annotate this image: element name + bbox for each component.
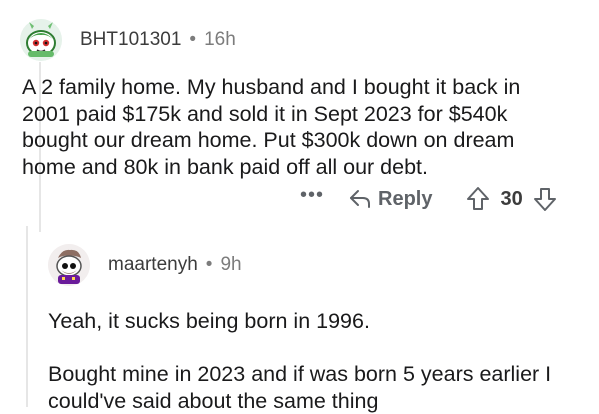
reply-avatar[interactable]	[48, 244, 90, 286]
reply-arrow-icon	[348, 188, 372, 210]
upvote-icon[interactable]	[466, 186, 490, 212]
comment-actions: ••• Reply 30	[300, 184, 557, 214]
snoo-avatar-icon	[20, 19, 62, 61]
vote-controls: 30	[466, 186, 556, 212]
reply-body: Yeah, it sucks being born in 1996. Bough…	[48, 309, 552, 413]
more-options-button[interactable]: •••	[300, 184, 324, 207]
meta-separator: •	[189, 29, 197, 50]
reply-header: maartenyh • 9h	[48, 240, 242, 290]
reply-comment: maartenyh • 9h Yeah, it sucks being born…	[26, 226, 599, 413]
comment-timestamp: 16h	[204, 29, 236, 50]
snoo-avatar-icon	[48, 244, 90, 286]
reply-username[interactable]: maartenyh	[108, 254, 198, 276]
vote-score: 30	[500, 187, 523, 210]
meta-separator: •	[205, 254, 213, 275]
reply-label: Reply	[378, 187, 433, 210]
downvote-icon[interactable]	[533, 186, 557, 212]
comment-header: BHT101301 • 16h	[20, 10, 236, 70]
comment-username[interactable]: BHT101301	[80, 29, 181, 51]
comment-body: A 2 family home. My husband and I bought…	[22, 75, 521, 179]
reply-timestamp: 9h	[220, 254, 242, 275]
reply-button[interactable]: Reply	[348, 188, 432, 211]
user-avatar[interactable]	[20, 19, 62, 61]
